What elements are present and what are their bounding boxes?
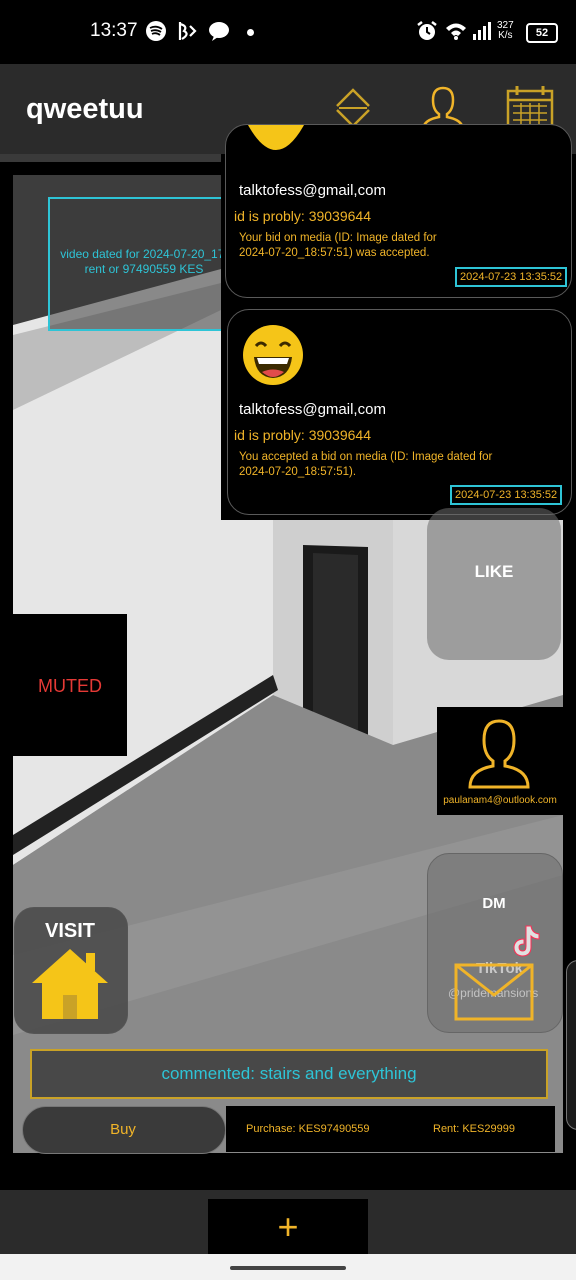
notification-message: Your bid on media (ID: Image dated for 2… [239,232,437,259]
dot-icon [247,29,254,36]
dm-label: DM [482,895,506,912]
sort-icon[interactable] [333,87,373,129]
home-indicator[interactable] [230,1266,346,1270]
app-title: qweetuu [26,93,144,125]
home-icon [32,949,108,1019]
spotify-icon [146,21,166,41]
notification-email: talktofess@gmail,com [239,401,386,418]
mute-label: MUTED [38,676,102,696]
tiktok-logo-icon [513,925,540,957]
comment-text: commented: stairs and everything [161,1064,417,1083]
status-time: 13:37 [90,20,138,41]
notification-timestamp: 2024-07-23 13:35:52 [455,267,568,287]
notification-card[interactable]: talktofess@gmail,com id is probly: 39039… [225,124,572,298]
bolt-icon [178,22,197,40]
side-drawer-handle[interactable] [566,960,576,1130]
alarm-icon [417,21,437,40]
wifi-icon [446,23,466,40]
mail-icon [454,963,534,1021]
notification-id: id is probly: 39039644 [234,208,371,224]
add-button[interactable]: + [208,1199,368,1254]
signal-icon [473,22,491,40]
notification-timestamp: 2024-07-23 13:35:52 [450,485,563,505]
like-button[interactable] [427,508,561,660]
notification-card[interactable]: talktofess@gmail,com id is probly: 39039… [227,309,572,515]
notification-email: talktofess@gmail,com [239,182,386,199]
profile-icon [468,719,530,789]
notification-id: id is probly: 39039644 [234,427,371,443]
battery-icon: 52 [526,23,558,43]
purchase-price: Purchase: KES97490559 [246,1123,370,1135]
video-info-text: video dated for 2024-07-20_17: rent or 9… [60,247,228,276]
rent-price: Rent: KES29999 [433,1123,515,1135]
emoji-icon [248,125,304,150]
notifications-panel: talktofess@gmail,com id is probly: 39039… [221,124,576,520]
buy-label: Buy [110,1121,136,1138]
notification-message: You accepted a bid on media (ID: Image d… [239,451,493,478]
network-speed: 327 K/s [497,20,514,41]
chat-icon [209,22,229,41]
uploader-email: paulanam4@outlook.com [443,795,557,806]
visit-label: VISIT [44,920,95,942]
like-label: LIKE [474,562,514,581]
laughing-emoji-icon [243,325,303,385]
